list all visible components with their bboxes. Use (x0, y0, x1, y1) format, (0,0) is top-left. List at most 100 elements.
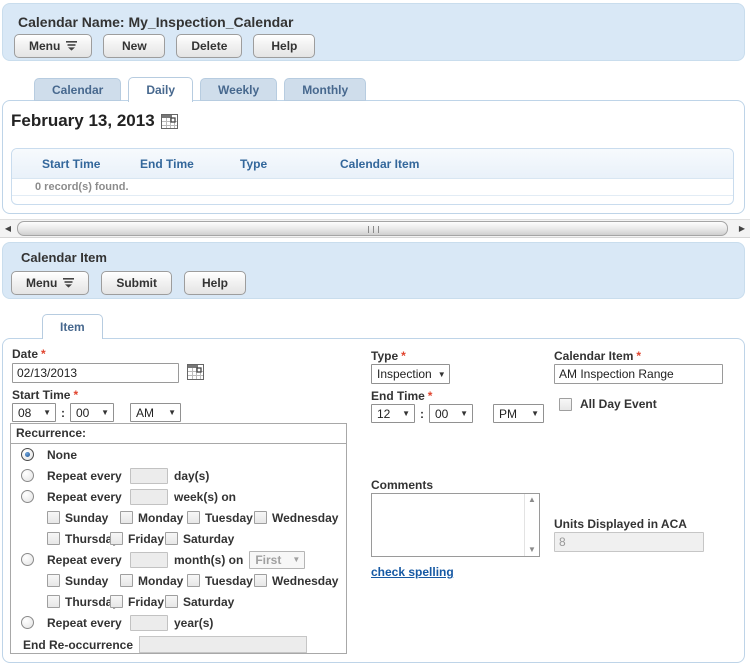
calendar-item-label: Calendar Item* (554, 349, 641, 363)
tab-monthly[interactable]: Monthly (284, 78, 366, 101)
help-button[interactable]: Help (253, 34, 315, 58)
recurrence-day-radio[interactable] (21, 469, 34, 482)
date-input[interactable] (12, 363, 179, 383)
horizontal-scrollbar[interactable]: ◀ ▶ (0, 219, 750, 238)
sunday-label: Sunday (65, 574, 108, 588)
end-hour-select[interactable]: 12▼ (371, 404, 415, 423)
month-unit-label: month(s) on (174, 553, 243, 567)
tab-daily[interactable]: Daily (128, 77, 193, 102)
all-day-event-field: All Day Event (559, 397, 657, 411)
end-meridiem-select[interactable]: PM▼ (493, 404, 544, 423)
item-menu-button-label: Menu (26, 276, 57, 290)
recurrence-box: Recurrence: None Repeat every day(s) Rep… (10, 423, 347, 654)
sunday-label: Sunday (65, 511, 108, 525)
month-wednesday-checkbox[interactable] (254, 574, 267, 587)
item-help-button-label: Help (202, 276, 228, 290)
repeat-every-label: Repeat every (47, 469, 130, 483)
week-thursday-checkbox[interactable] (47, 532, 60, 545)
date-label: Date* (12, 347, 46, 361)
recurrence-month-radio[interactable] (21, 553, 34, 566)
month-days-row-2: Thursday Friday Saturday (11, 591, 346, 612)
week-tuesday-checkbox[interactable] (187, 511, 200, 524)
table-header-row: Start Time End Time Type Calendar Item (12, 149, 733, 179)
month-sunday-checkbox[interactable] (47, 574, 60, 587)
repeat-month-count-input[interactable] (130, 552, 168, 568)
repeat-every-label: Repeat every (47, 616, 130, 630)
scroll-up-arrow-icon[interactable]: ▲ (528, 496, 536, 504)
recurrence-none-radio[interactable] (21, 448, 34, 461)
type-select[interactable]: Inspection▼ (371, 364, 450, 384)
scroll-right-arrow-icon[interactable]: ▶ (734, 220, 750, 237)
repeat-year-count-input[interactable] (130, 615, 168, 631)
recurrence-month-row: Repeat every month(s) on First▼ (11, 549, 346, 570)
month-monday-checkbox[interactable] (120, 574, 133, 587)
required-asterisk: * (73, 388, 78, 402)
chevron-down-icon: ▼ (438, 370, 446, 379)
year-unit-label: year(s) (174, 616, 213, 630)
submit-button-label: Submit (116, 276, 157, 290)
month-saturday-checkbox[interactable] (165, 595, 178, 608)
chevron-down-icon: ▼ (460, 409, 468, 418)
end-minute-select[interactable]: 00▼ (429, 404, 473, 423)
chevron-down-icon: ▼ (531, 409, 539, 418)
col-calendar-item: Calendar Item (340, 157, 733, 171)
check-spelling-link[interactable]: check spelling (371, 565, 454, 579)
date-picker-icon[interactable] (161, 114, 178, 129)
new-button[interactable]: New (103, 34, 165, 58)
calendar-item-panel: Calendar Item Menu Submit Help (2, 242, 745, 299)
week-wednesday-checkbox[interactable] (254, 511, 267, 524)
view-tabs: Calendar Daily Weekly Monthly (34, 77, 366, 102)
end-time-row: 12▼ : 00▼ PM▼ (371, 404, 544, 423)
recurrence-week-radio[interactable] (21, 490, 34, 503)
date-field-calendar-icon[interactable] (187, 364, 204, 380)
scrollbar-thumb[interactable] (17, 221, 728, 236)
end-reoccurrence-input[interactable] (139, 636, 307, 653)
scroll-left-arrow-icon[interactable]: ◀ (0, 220, 16, 237)
calendar-item-input[interactable] (554, 364, 723, 384)
week-days-row-1: Sunday Monday Tuesday Wednesday (11, 507, 346, 528)
all-day-event-checkbox[interactable] (559, 398, 572, 411)
chevron-down-icon: ▼ (168, 408, 176, 417)
start-meridiem-select[interactable]: AM▼ (130, 403, 181, 422)
menu-dropdown-icon (66, 41, 77, 51)
recurrence-none-row: None (11, 444, 346, 465)
submit-button[interactable]: Submit (101, 271, 172, 295)
item-menu-button[interactable]: Menu (11, 271, 89, 295)
comments-label: Comments (371, 478, 433, 492)
recurrence-day-row: Repeat every day(s) (11, 465, 346, 486)
wednesday-label: Wednesday (272, 574, 338, 588)
end-time-label: End Time* (371, 389, 432, 403)
start-minute-select[interactable]: 00▼ (70, 403, 114, 422)
delete-button[interactable]: Delete (176, 34, 242, 58)
recurrence-year-radio[interactable] (21, 616, 34, 629)
chevron-down-icon: ▼ (101, 408, 109, 417)
week-monday-checkbox[interactable] (120, 511, 133, 524)
month-ordinal-select[interactable]: First▼ (249, 551, 305, 569)
tab-calendar[interactable]: Calendar (34, 78, 121, 101)
time-separator: : (61, 406, 65, 420)
month-tuesday-checkbox[interactable] (187, 574, 200, 587)
month-thursday-checkbox[interactable] (47, 595, 60, 608)
calendar-name-title: Calendar Name: My_Inspection_Calendar (18, 14, 293, 30)
day-unit-label: day(s) (174, 469, 209, 483)
month-friday-checkbox[interactable] (110, 595, 123, 608)
week-friday-checkbox[interactable] (110, 532, 123, 545)
chevron-down-icon: ▼ (292, 555, 300, 564)
all-day-event-label: All Day Event (580, 397, 657, 411)
units-input[interactable] (554, 532, 704, 552)
col-start-time: Start Time (12, 157, 140, 171)
repeat-day-count-input[interactable] (130, 468, 168, 484)
scroll-down-arrow-icon[interactable]: ▼ (528, 546, 536, 554)
comments-textarea[interactable]: ▲ ▼ (371, 493, 540, 557)
week-saturday-checkbox[interactable] (165, 532, 178, 545)
tab-weekly[interactable]: Weekly (200, 78, 277, 101)
new-button-label: New (122, 39, 147, 53)
week-sunday-checkbox[interactable] (47, 511, 60, 524)
saturday-label: Saturday (183, 532, 234, 546)
repeat-week-count-input[interactable] (130, 489, 168, 505)
item-help-button[interactable]: Help (184, 271, 246, 295)
start-hour-select[interactable]: 08▼ (12, 403, 56, 422)
menu-button[interactable]: Menu (14, 34, 92, 58)
textarea-scrollbar[interactable]: ▲ ▼ (524, 494, 539, 556)
tab-item[interactable]: Item (42, 314, 103, 339)
